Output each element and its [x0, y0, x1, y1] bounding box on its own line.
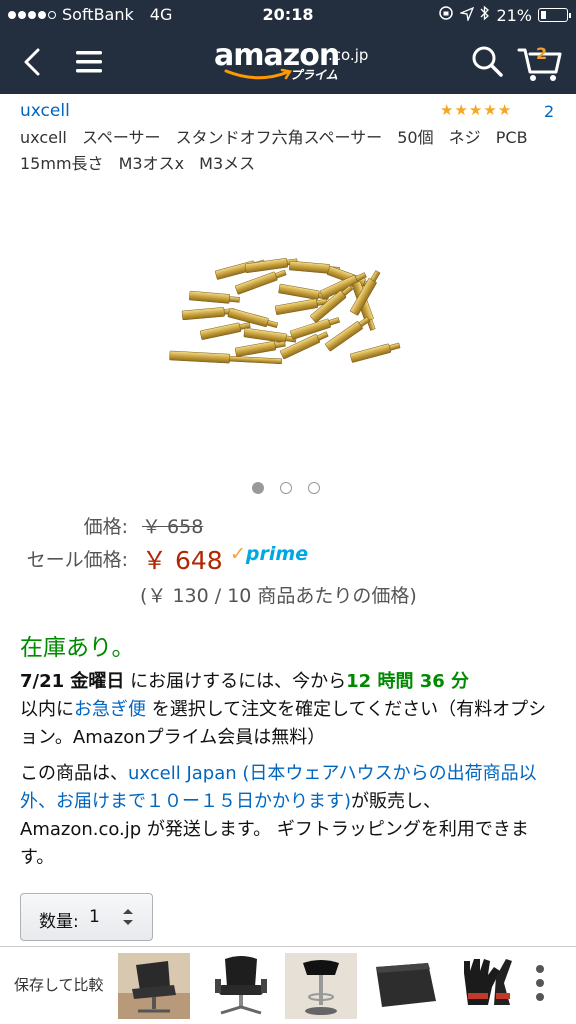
- star-icon: ★: [468, 101, 483, 119]
- delivery-text-2: 以内に: [20, 699, 74, 720]
- brand-link[interactable]: uxcell: [20, 101, 70, 121]
- delivery-message: 7/21 金曜日 にお届けするには、今から12 時間 36 分以内にお急ぎ便 を…: [20, 668, 560, 752]
- compared-item-thumbnail[interactable]: [452, 953, 524, 1019]
- sale-price-label: セール価格:: [26, 549, 128, 571]
- save-compare-label[interactable]: 保存して比較: [14, 974, 104, 995]
- status-right: 21%: [438, 5, 571, 25]
- quantity-label: 数量:: [39, 912, 79, 932]
- delivery-text-1: にお届けするには、今から: [124, 671, 347, 692]
- carousel-dot[interactable]: [308, 482, 320, 494]
- review-count-link[interactable]: 2: [544, 102, 554, 121]
- list-price: ￥ 658: [142, 516, 204, 538]
- prime-check-icon: ✓: [230, 543, 246, 565]
- quantity-select[interactable]: 数量: 1: [20, 893, 153, 941]
- delivery-date: 7/21 金曜日: [20, 671, 125, 692]
- location-icon: [459, 6, 475, 25]
- battery-percent: 21%: [496, 5, 532, 25]
- cart-count: 2: [536, 44, 548, 63]
- more-options-button[interactable]: [530, 965, 550, 1005]
- quantity-value: 1: [89, 907, 100, 927]
- compared-item-thumbnail[interactable]: [118, 953, 190, 1019]
- battery-icon: [538, 8, 571, 22]
- star-rating[interactable]: ★ ★ ★ ★ ★: [440, 101, 511, 119]
- unit-price: (￥ 130 / 10 商品あたりの価格): [140, 585, 417, 607]
- more-vertical-icon: [530, 965, 550, 1001]
- carousel-dot[interactable]: [280, 482, 292, 494]
- search-button[interactable]: [468, 42, 508, 82]
- compared-item-thumbnail[interactable]: [285, 953, 357, 1019]
- save-and-compare-bar: 保存して比較: [0, 947, 576, 1024]
- menu-button[interactable]: [72, 44, 108, 80]
- hamburger-menu-icon: [76, 51, 102, 73]
- product-title: uxcell スペーサー スタンドオフ六角スペーサー 50個 ネジ PCB 15…: [20, 128, 528, 173]
- delivery-countdown: 12 時間 36 分: [346, 671, 470, 692]
- bluetooth-icon: [480, 5, 490, 25]
- status-bar: SoftBank 4G 20:18 21%: [0, 0, 576, 30]
- image-carousel-dots[interactable]: [252, 482, 320, 494]
- star-icon: ★: [454, 101, 468, 119]
- express-delivery-link[interactable]: お急ぎ便: [74, 699, 146, 720]
- app-header: amazon .co.jp プライム 2: [0, 30, 576, 94]
- select-arrows-icon: [123, 909, 133, 925]
- star-icon: ★: [497, 101, 512, 119]
- search-icon: [472, 46, 503, 77]
- logo-smile-icon: [224, 68, 293, 80]
- product-image[interactable]: [160, 236, 420, 396]
- orientation-lock-icon: [438, 5, 454, 25]
- back-chevron-icon: [24, 48, 40, 76]
- seller-info: この商品は、uxcell Japan (日本ウェアハウスからの出荷商品以外、お届…: [20, 760, 560, 872]
- amazon-logo[interactable]: amazon .co.jp プライム: [210, 36, 380, 86]
- prime-badge: ✓prime: [230, 543, 308, 565]
- logo-prime: プライム: [290, 68, 338, 82]
- sale-price: ￥ 648: [142, 546, 223, 575]
- compared-item-thumbnail[interactable]: [370, 953, 442, 1019]
- star-icon: ★: [483, 101, 497, 119]
- cart-button[interactable]: 2: [516, 40, 564, 84]
- star-icon: ★: [440, 101, 454, 119]
- seller-text-1: この商品は、: [20, 763, 128, 784]
- list-price-label: 価格:: [83, 516, 128, 538]
- compared-item-thumbnail[interactable]: [205, 953, 277, 1019]
- logo-tld: .co.jp: [328, 46, 369, 64]
- prime-text: prime: [245, 543, 309, 565]
- back-button[interactable]: [16, 44, 52, 80]
- carousel-dot[interactable]: [252, 482, 264, 494]
- stock-status: 在庫あり。: [20, 635, 135, 661]
